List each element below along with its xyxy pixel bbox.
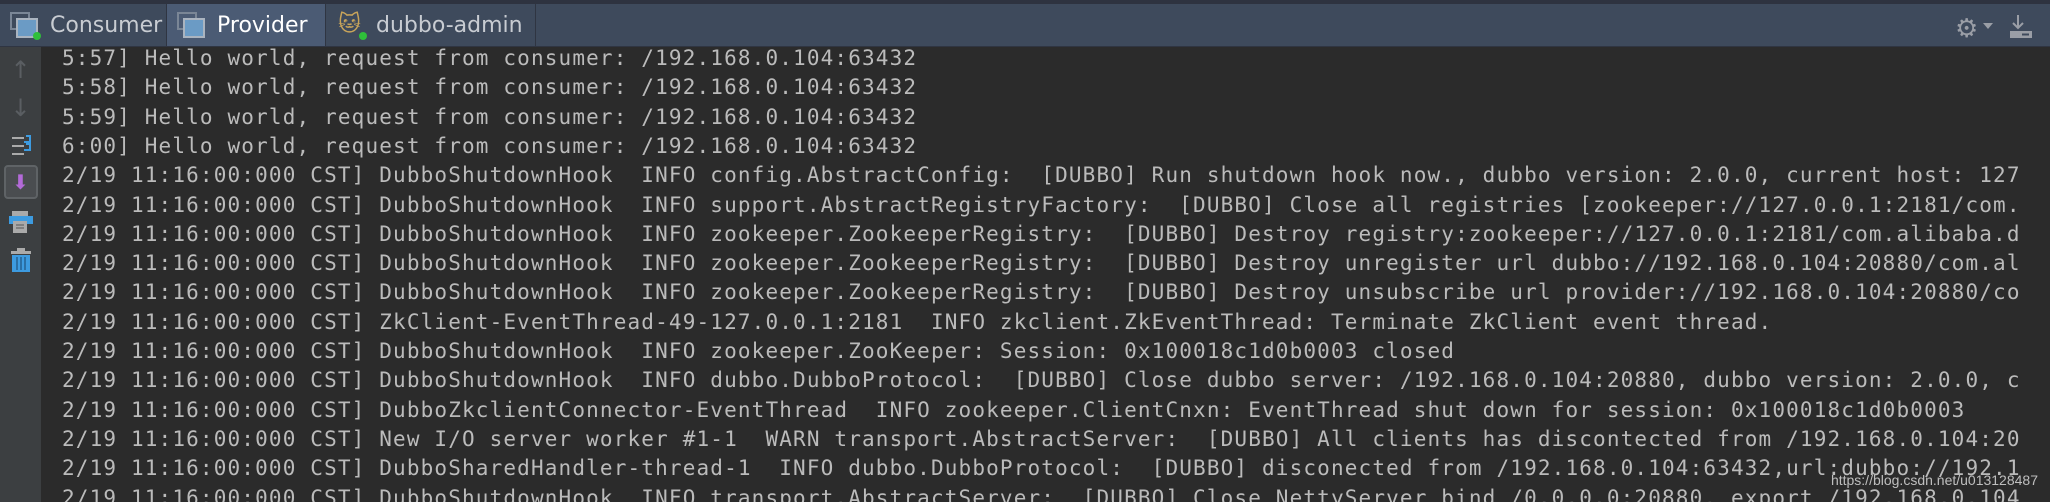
console-line: 2/19 11:16:00:000 CST] DubboShutdownHook…: [62, 280, 2021, 305]
console-line: 6:00] Hello world, request from consumer…: [62, 133, 918, 158]
console-line: 2/19 11:16:00:000 CST] ZkClient-EventThr…: [62, 309, 1773, 334]
run-tab-bar: Consumer Provider 🐱 dubbo-admin ⚙: [0, 4, 2050, 47]
console-line: 2/19 11:16:00:000 CST] DubboShutdownHook…: [62, 485, 2021, 502]
console-line: 2/19 11:16:00:000 CST] DubboShutdownHook…: [62, 221, 2021, 246]
tab-label: dubbo-admin: [376, 12, 523, 38]
soft-wrap-icon[interactable]: [0, 129, 41, 163]
print-icon[interactable]: [0, 205, 41, 239]
console-side-toolbar: ↑ ↓ ⬇: [0, 47, 42, 502]
tab-label: Provider: [217, 12, 308, 38]
console-line: 2/19 11:16:00:000 CST] DubboShutdownHook…: [62, 251, 2021, 276]
console-line: 2/19 11:16:00:000 CST] New I/O server wo…: [62, 426, 2021, 451]
tab-dubbo-admin[interactable]: 🐱 dubbo-admin: [326, 4, 536, 46]
clear-all-icon[interactable]: [0, 243, 41, 277]
tab-label: Consumer: [50, 12, 163, 38]
console-line: 5:58] Hello world, request from consumer…: [62, 75, 918, 100]
console-line: 2/19 11:16:00:000 CST] DubboSharedHandle…: [62, 456, 2021, 481]
hide-download-icon[interactable]: [2010, 14, 2032, 40]
scroll-to-end-icon[interactable]: ⬇: [0, 165, 41, 199]
tab-provider[interactable]: Provider: [167, 4, 326, 46]
console-line: 2/19 11:16:00:000 CST] DubboShutdownHook…: [62, 192, 2021, 217]
console-line: 5:59] Hello world, request from consumer…: [62, 104, 918, 129]
watermark: https://blog.csdn.net/u013128487: [1830, 472, 2038, 488]
console-output[interactable]: 5:57] Hello world, request from consumer…: [42, 47, 2050, 502]
console-line: 2/19 11:16:00:000 CST] DubboShutdownHook…: [62, 339, 1456, 363]
up-arrow-icon[interactable]: ↑: [0, 53, 41, 87]
console-line: 5:57] Hello world, request from consumer…: [62, 47, 918, 70]
chevron-down-icon[interactable]: [1983, 23, 1993, 29]
run-config-icon: [10, 10, 41, 40]
down-arrow-icon[interactable]: ↓: [0, 91, 41, 125]
console-line: 2/19 11:16:00:000 CST] DubboShutdownHook…: [62, 368, 2021, 393]
tomcat-icon: 🐱: [336, 10, 367, 40]
console-line: 2/19 11:16:00:000 CST] DubboZkclientConn…: [62, 397, 1966, 422]
settings-gear-icon[interactable]: ⚙: [1955, 14, 1978, 44]
run-config-icon: [177, 10, 207, 40]
tab-consumer[interactable]: Consumer: [0, 4, 167, 46]
console-line: 2/19 11:16:00:000 CST] DubboShutdownHook…: [62, 163, 2021, 188]
